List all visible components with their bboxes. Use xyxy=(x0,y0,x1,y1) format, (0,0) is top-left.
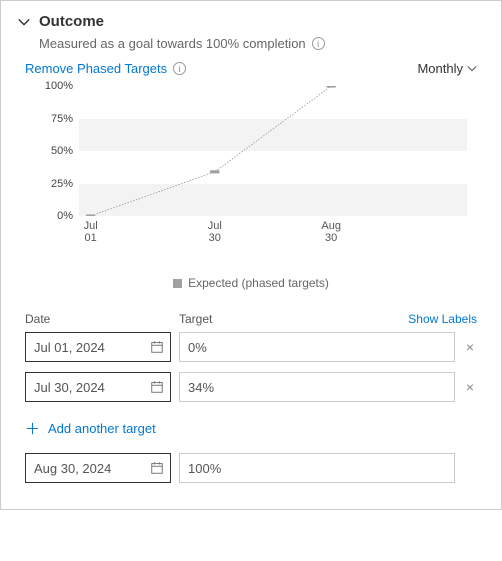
target-row-final: Aug 30, 2024 100% xyxy=(25,453,477,483)
data-point xyxy=(210,170,219,173)
calendar-icon[interactable] xyxy=(150,380,164,394)
date-input[interactable]: Aug 30, 2024 xyxy=(25,453,171,483)
chevron-down-icon[interactable] xyxy=(17,15,31,29)
legend-label: Expected (phased targets) xyxy=(188,276,329,290)
info-icon[interactable]: i xyxy=(173,62,186,75)
plus-icon: ＋ xyxy=(25,418,40,439)
calendar-icon[interactable] xyxy=(150,340,164,354)
info-icon[interactable]: i xyxy=(312,37,325,50)
plot-area xyxy=(79,86,467,216)
date-value: Jul 01, 2024 xyxy=(34,340,150,355)
phased-targets-chart: 0%25%50%75%100% Jul 01Jul 30Aug 30 xyxy=(35,86,467,246)
show-labels-link[interactable]: Show Labels xyxy=(408,312,477,326)
column-header-date: Date xyxy=(25,312,179,326)
series-line xyxy=(91,86,332,216)
remove-phased-targets-label: Remove Phased Targets xyxy=(25,61,167,76)
y-tick-label: 50% xyxy=(51,145,73,157)
column-header-target: Target xyxy=(179,312,408,326)
legend-swatch xyxy=(173,279,182,288)
add-target-label: Add another target xyxy=(48,421,156,436)
add-target-link[interactable]: ＋ Add another target xyxy=(25,418,156,439)
x-tick-label: Jul 30 xyxy=(208,220,222,244)
x-tick-label: Jul 01 xyxy=(84,220,98,244)
y-tick-label: 25% xyxy=(51,178,73,190)
date-input[interactable]: Jul 01, 2024 xyxy=(25,332,171,362)
calendar-icon[interactable] xyxy=(150,461,164,475)
target-value: 100% xyxy=(188,461,221,476)
period-selector[interactable]: Monthly xyxy=(417,61,477,76)
y-tick-label: 100% xyxy=(45,80,73,92)
remove-row-button[interactable]: × xyxy=(463,339,477,355)
target-input[interactable]: 0% xyxy=(179,332,455,362)
x-axis-labels: Jul 01 Jul 30 Aug 30 xyxy=(79,220,467,248)
date-input[interactable]: Jul 30, 2024 xyxy=(25,372,171,402)
target-row: Jul 01, 2024 0% × xyxy=(25,332,477,362)
data-point xyxy=(86,214,95,216)
subtitle-text: Measured as a goal towards 100% completi… xyxy=(39,36,306,51)
y-axis-ticks: 0%25%50%75%100% xyxy=(35,86,79,216)
target-value: 0% xyxy=(188,340,207,355)
section-subtitle: Measured as a goal towards 100% completi… xyxy=(39,36,485,51)
target-rows: Jul 01, 2024 0% × Jul 30, 2024 34% × xyxy=(17,332,485,402)
data-point xyxy=(327,86,336,88)
section-title: Outcome xyxy=(39,13,104,30)
y-tick-label: 0% xyxy=(57,210,73,222)
remove-phased-targets-link[interactable]: Remove Phased Targets i xyxy=(25,61,186,76)
period-label: Monthly xyxy=(417,61,463,76)
chart-svg xyxy=(79,86,467,216)
date-value: Aug 30, 2024 xyxy=(34,461,150,476)
remove-row-button[interactable]: × xyxy=(463,379,477,395)
outcome-panel: Outcome Measured as a goal towards 100% … xyxy=(0,0,502,510)
chevron-down-icon xyxy=(467,64,477,74)
target-value: 34% xyxy=(188,380,214,395)
target-row: Jul 30, 2024 34% × xyxy=(25,372,477,402)
target-input[interactable]: 100% xyxy=(179,453,455,483)
date-value: Jul 30, 2024 xyxy=(34,380,150,395)
y-tick-label: 75% xyxy=(51,113,73,125)
target-input[interactable]: 34% xyxy=(179,372,455,402)
x-tick-label: Aug 30 xyxy=(321,220,341,244)
chart-legend: Expected (phased targets) xyxy=(17,276,485,290)
section-header[interactable]: Outcome xyxy=(17,13,485,30)
